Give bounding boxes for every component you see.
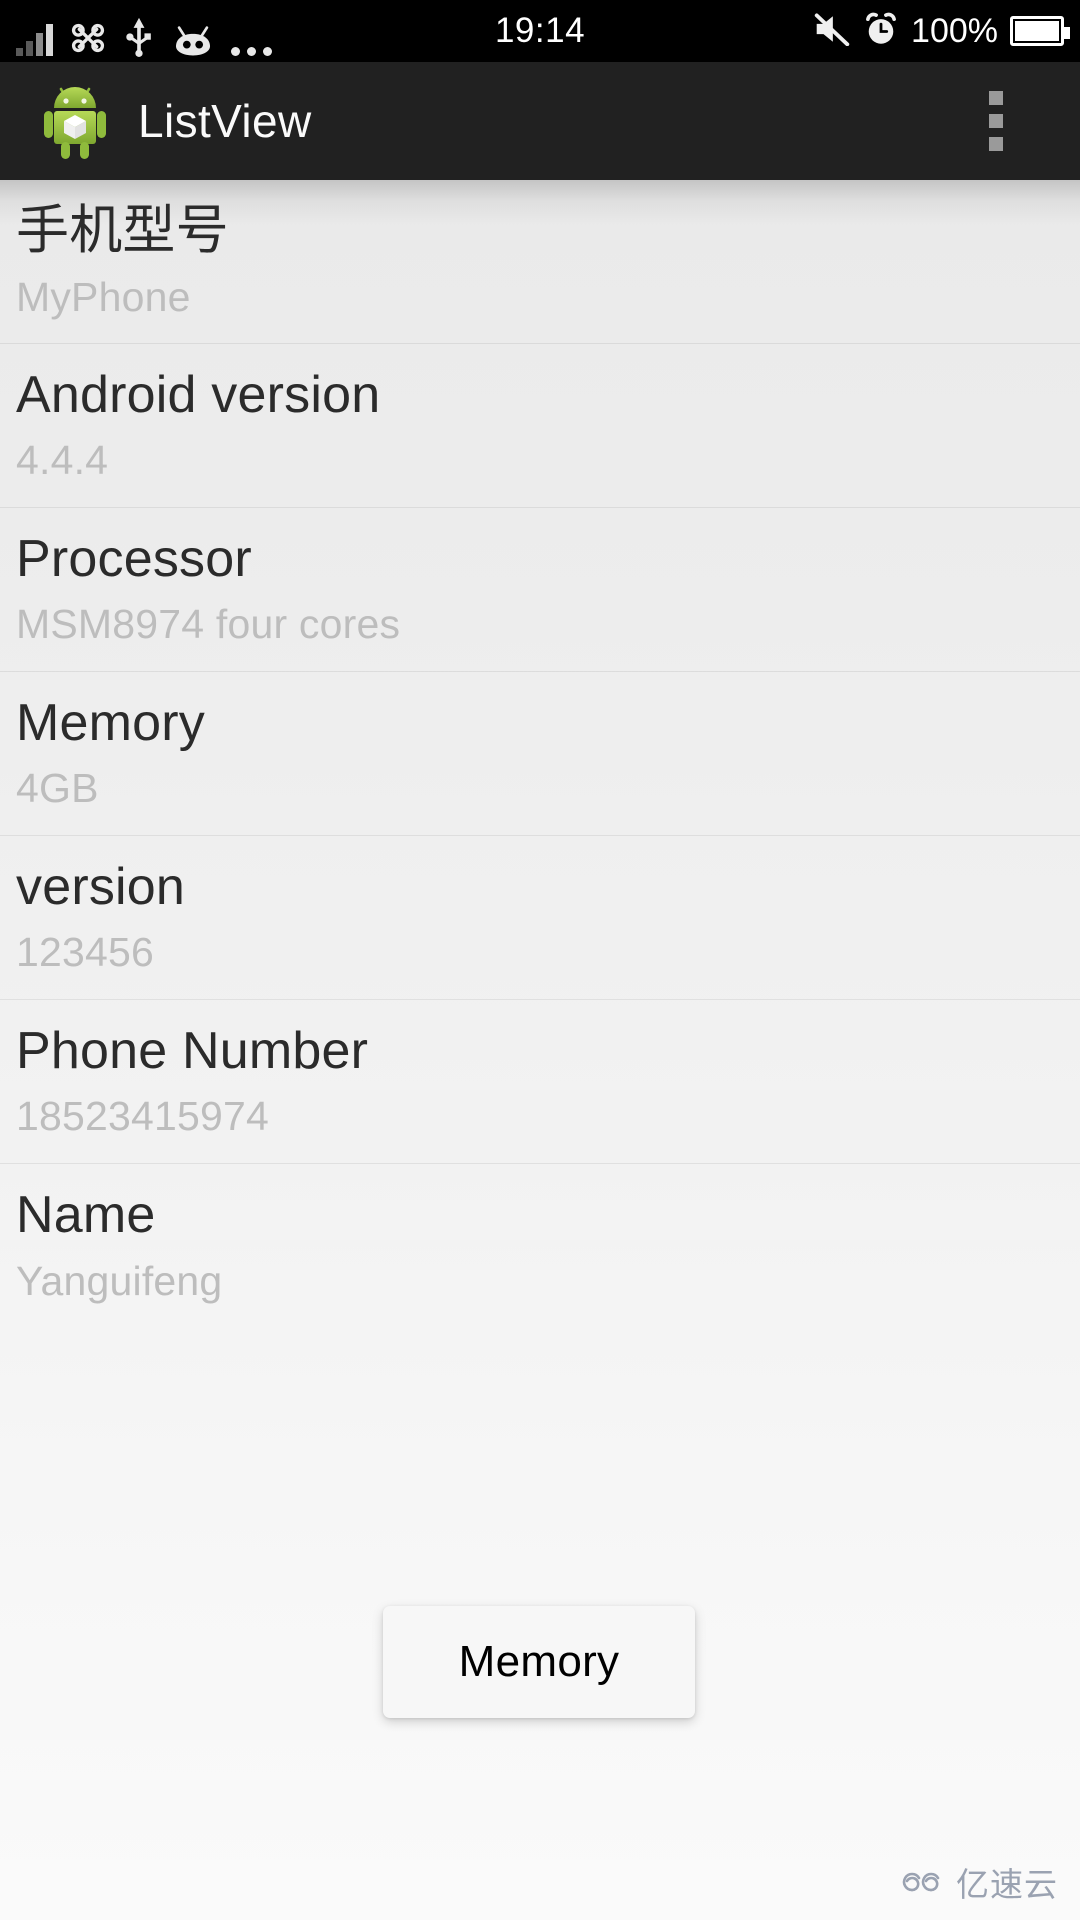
- phone-screen: 19:14 100% ListView 手机型号 MyPhone Android…: [0, 0, 1080, 1920]
- page-title: ListView: [138, 95, 312, 147]
- toast-message: Memory: [383, 1606, 695, 1718]
- row-secondary-text: 4GB: [16, 765, 99, 811]
- battery-percent-label: 100%: [911, 11, 998, 50]
- row-secondary-text: 4.4.4: [16, 437, 109, 483]
- row-primary-text: version: [16, 857, 186, 916]
- table-row[interactable]: Processor MSM8974 four cores: [0, 508, 1080, 672]
- row-secondary-text: 123456: [16, 929, 155, 975]
- watermark-text: 亿速云: [956, 1865, 1058, 1904]
- row-primary-text: Phone Number: [16, 1021, 369, 1080]
- table-row[interactable]: Name Yanguifeng: [0, 1164, 1080, 1328]
- status-bar: 19:14 100%: [0, 0, 1080, 62]
- row-primary-text: Memory: [16, 693, 205, 752]
- overflow-dot: [989, 91, 1003, 105]
- row-secondary-text: MSM8974 four cores: [16, 601, 401, 647]
- toast-text: Memory: [458, 1637, 620, 1686]
- alarm-clock-icon: [863, 11, 899, 52]
- volume-mute-icon: [813, 12, 851, 51]
- overflow-dot: [989, 114, 1003, 128]
- watermark: 亿速云: [901, 1858, 1058, 1906]
- row-primary-text: 手机型号: [16, 201, 229, 261]
- row-primary-text: Android version: [16, 365, 381, 424]
- cloud-icon: [901, 1863, 947, 1902]
- row-primary-text: Processor: [16, 529, 252, 588]
- row-secondary-text: 18523415974: [16, 1093, 270, 1139]
- status-bar-right-icons: 100%: [813, 11, 1070, 52]
- table-row[interactable]: 手机型号 MyPhone: [0, 180, 1080, 344]
- overflow-dot: [989, 137, 1003, 151]
- row-secondary-text: Yanguifeng: [16, 1257, 223, 1304]
- table-row[interactable]: Phone Number 18523415974: [0, 1000, 1080, 1164]
- table-row[interactable]: Memory 4GB: [0, 672, 1080, 836]
- table-row[interactable]: version 123456: [0, 836, 1080, 1000]
- row-secondary-text: MyPhone: [16, 273, 191, 320]
- overflow-menu-icon[interactable]: [975, 77, 1017, 165]
- battery-full-icon: [1010, 16, 1070, 46]
- table-row[interactable]: Android version 4.4.4: [0, 344, 1080, 508]
- android-robot-icon: [42, 82, 108, 160]
- row-primary-text: Name: [16, 1186, 156, 1245]
- action-bar: ListView: [0, 62, 1080, 180]
